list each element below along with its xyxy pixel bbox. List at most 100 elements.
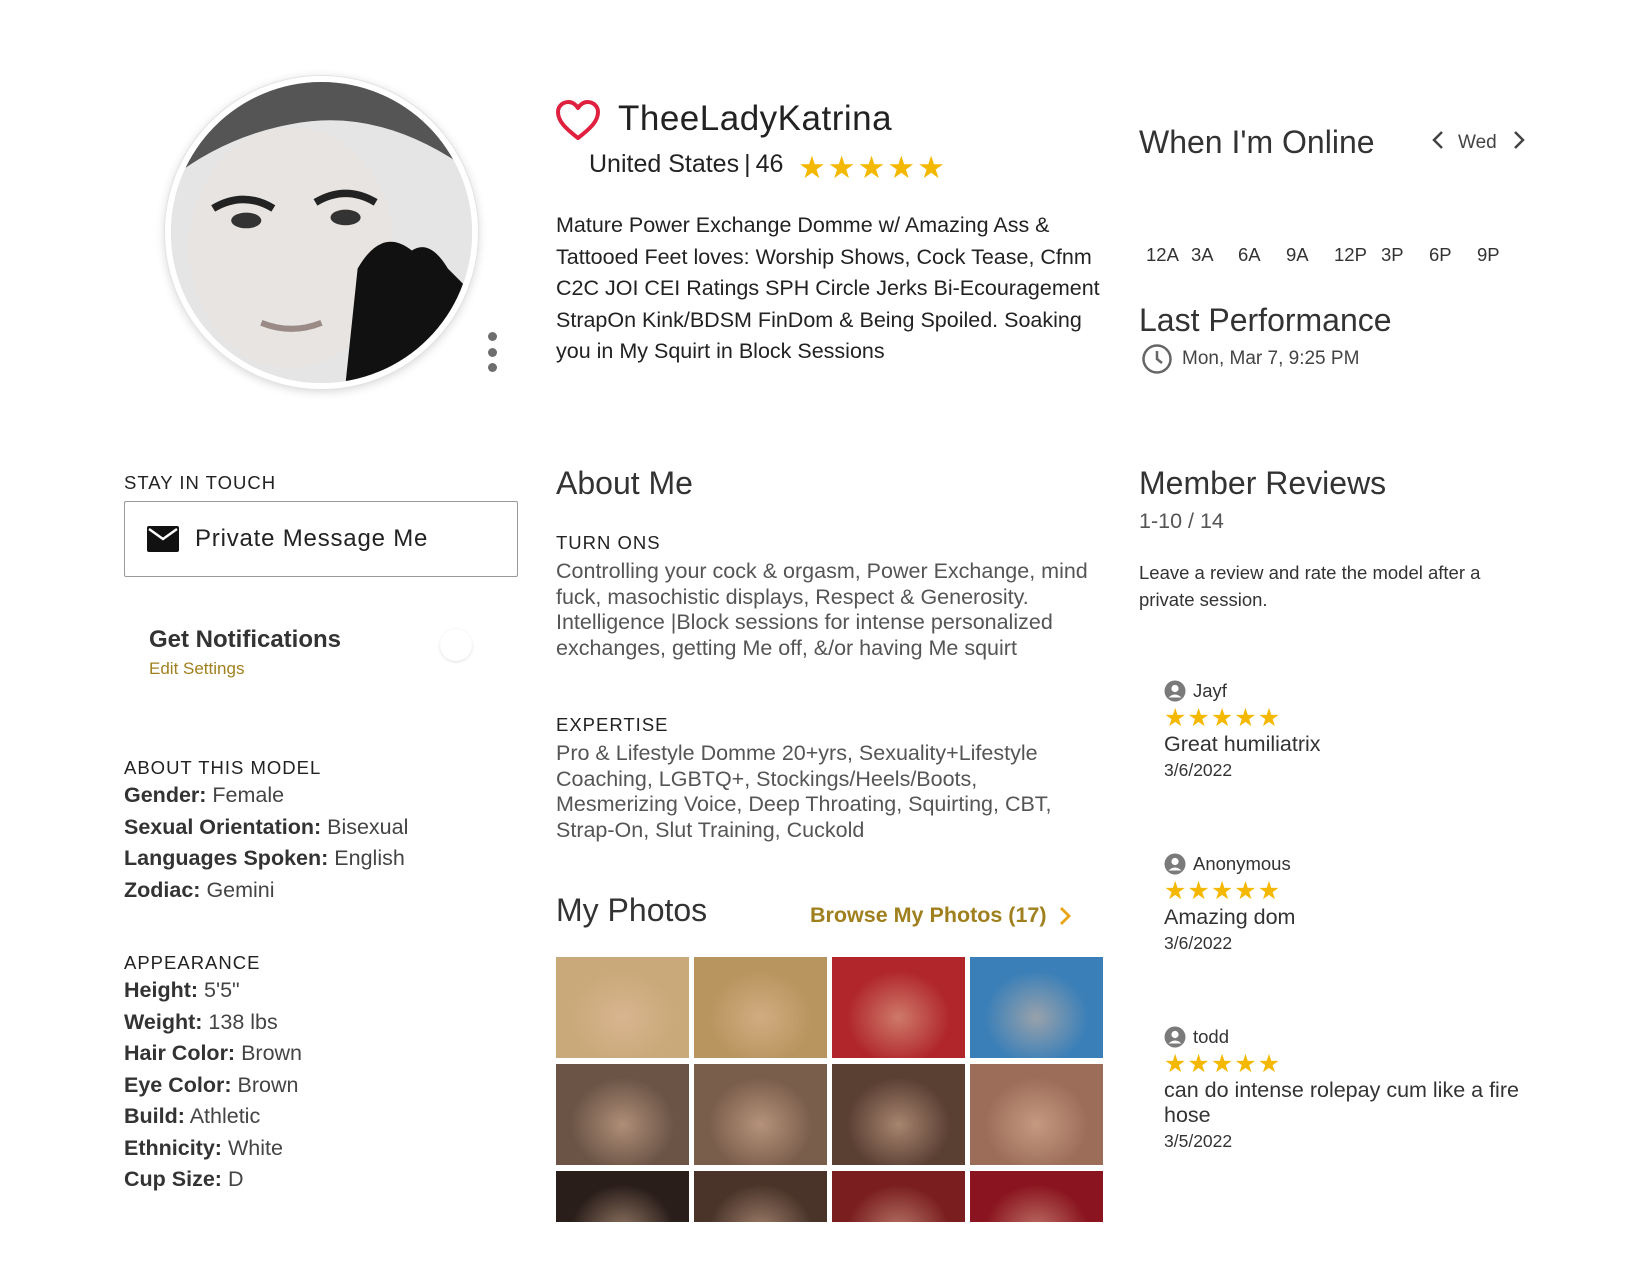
stay-in-touch-label: STAY IN TOUCH (124, 472, 277, 493)
review-author: todd (1164, 1026, 1534, 1048)
star-icon: ★ (887, 150, 916, 185)
about-me-title: About Me (556, 465, 693, 501)
model-age: 46 (755, 150, 784, 178)
edit-settings-link[interactable]: Edit Settings (149, 659, 244, 679)
model-bio: Mature Power Exchange Domme w/ Amazing A… (556, 213, 1100, 363)
reviews-range: 1-10 / 14 (1139, 509, 1224, 533)
user-avatar-icon (1164, 1026, 1186, 1048)
last-performance-time: Mon, Mar 7, 9:25 PM (1182, 348, 1360, 369)
review-text: Amazing dom (1164, 905, 1296, 929)
review-stars: ★ ★ ★ ★ ★ (1164, 704, 1281, 732)
review-text: Great humiliatrix (1164, 732, 1321, 756)
photo-thumbnail[interactable] (694, 957, 827, 1058)
review-user: Jayf (1193, 680, 1227, 701)
photo-grid (556, 957, 1104, 1222)
star-icon: ★ (857, 150, 886, 185)
turn-ons-label: TURN ONS (556, 532, 661, 553)
last-performance-title: Last Performance (1139, 302, 1392, 338)
attr-row-gender: Gender: Female (124, 783, 285, 807)
browse-photos-label: Browse My Photos (17) (810, 903, 1047, 927)
hour-label: 12A (1146, 244, 1179, 265)
attr-row-build: Build: Athletic (124, 1104, 261, 1128)
attr-row-cup: Cup Size: D (124, 1167, 244, 1191)
model-country: United States (589, 150, 740, 178)
attr-row-weight: Weight: 138 lbs (124, 1009, 278, 1034)
appearance-label: APPEARANCE (124, 952, 261, 973)
hour-label: 12P (1334, 244, 1367, 265)
review-date: 3/6/2022 (1164, 933, 1233, 953)
browse-photos-link[interactable]: Browse My Photos (17) (810, 903, 1071, 928)
hour-label: 6P (1429, 244, 1452, 265)
profile-avatar[interactable] (165, 76, 478, 389)
about-model-list: Gender: Female Sexual Orientation: Bisex… (124, 780, 408, 906)
user-avatar-icon (1164, 853, 1186, 875)
reviews-prompt: Leave a review and rate the model after … (1139, 562, 1481, 610)
hour-label: 3P (1381, 244, 1404, 265)
attr-row-height: Height: 5'5" (124, 978, 240, 1002)
star-icon: ★ (798, 150, 826, 185)
turn-ons-text: Controlling your cock & orgasm, Power Ex… (556, 559, 1088, 660)
review-stars: ★ ★ ★ ★ ★ (1164, 877, 1281, 905)
review-stars: ★ ★ ★ ★ ★ (1164, 1050, 1281, 1078)
photo-thumbnail[interactable] (694, 1171, 827, 1222)
country-age: United States | 46 (589, 150, 783, 179)
photo-thumbnail[interactable] (832, 957, 965, 1058)
hour-label: 9A (1286, 244, 1309, 265)
attr-row-zodiac: Zodiac: Gemini (124, 877, 275, 902)
envelope-icon (147, 526, 179, 552)
star-icon: ★ (827, 150, 856, 185)
favorite-heart-icon[interactable] (555, 99, 601, 141)
star-icon: ★ (917, 150, 945, 185)
user-avatar-icon (1164, 680, 1186, 702)
member-reviews-title: Member Reviews (1139, 465, 1387, 501)
hour-label: 3A (1191, 244, 1214, 265)
about-model-label: ABOUT THIS MODEL (124, 757, 322, 778)
review-author: Anonymous (1164, 853, 1534, 875)
attr-row-ethnicity: Ethnicity: White (124, 1135, 283, 1160)
model-name: TheeLadyKatrina (618, 99, 893, 138)
review-item: todd ★ ★ ★ ★ ★ can do intense rolepay cum li… (1164, 1026, 1534, 1152)
attr-row-languages: Languages Spoken: English (124, 846, 405, 870)
review-item: Anonymous ★ ★ ★ ★ ★ Amazing dom 3/6/2022 (1164, 853, 1534, 954)
private-message-button[interactable]: Private Message Me (124, 501, 518, 577)
photo-thumbnail[interactable] (556, 1064, 689, 1165)
hour-label: 6A (1238, 244, 1261, 265)
hour-label: 9P (1477, 244, 1500, 265)
private-message-label: Private Message Me (195, 525, 429, 552)
separator: | (744, 150, 751, 178)
chevron-left-icon[interactable] (1432, 130, 1444, 156)
chevron-right-icon (1059, 906, 1071, 925)
photo-thumbnail[interactable] (970, 1064, 1103, 1165)
photo-thumbnail[interactable] (556, 1171, 689, 1222)
photo-thumbnail[interactable] (832, 1064, 965, 1165)
review-author: Jayf (1164, 680, 1534, 702)
notifications-toggle[interactable] (440, 629, 472, 661)
attr-row-eyes: Eye Color: Brown (124, 1072, 299, 1097)
photo-thumbnail[interactable] (694, 1064, 827, 1165)
review-date: 3/5/2022 (1164, 1131, 1233, 1151)
rating-stars: ★ ★ ★ ★ ★ (798, 152, 945, 183)
photo-thumbnail[interactable] (556, 957, 689, 1058)
review-text: can do intense rolepay cum like a fire h… (1164, 1078, 1519, 1127)
schedule-title: When I'm Online (1139, 124, 1375, 160)
review-item: Jayf ★ ★ ★ ★ ★ Great humiliatrix 3/6/2022 (1164, 680, 1534, 781)
more-options-icon[interactable] (485, 332, 499, 372)
photo-thumbnail[interactable] (832, 1171, 965, 1222)
review-date: 3/6/2022 (1164, 760, 1233, 780)
expertise-label: EXPERTISE (556, 714, 669, 735)
attr-row-orientation: Sexual Orientation: Bisexual (124, 814, 409, 839)
appearance-list: Height: 5'5" Weight: 138 lbs Hair Color:… (124, 975, 302, 1196)
photo-thumbnail[interactable] (970, 957, 1103, 1058)
attr-row-hair: Hair Color: Brown (124, 1041, 303, 1065)
photo-thumbnail[interactable] (970, 1171, 1103, 1222)
my-photos-title: My Photos (556, 892, 708, 928)
schedule-hours: 12A 3A 6A 9A 12P 3P 6P 9P (1146, 244, 1526, 266)
chevron-right-icon[interactable] (1513, 130, 1525, 156)
avatar-photo (171, 82, 472, 383)
review-user: Anonymous (1193, 853, 1291, 874)
schedule-day: Wed (1458, 132, 1497, 153)
notifications-title: Get Notifications (149, 626, 342, 653)
clock-icon (1142, 344, 1172, 374)
expertise-text: Pro & Lifestyle Domme 20+yrs, Sexuality+… (556, 741, 1052, 842)
review-user: todd (1193, 1026, 1230, 1047)
